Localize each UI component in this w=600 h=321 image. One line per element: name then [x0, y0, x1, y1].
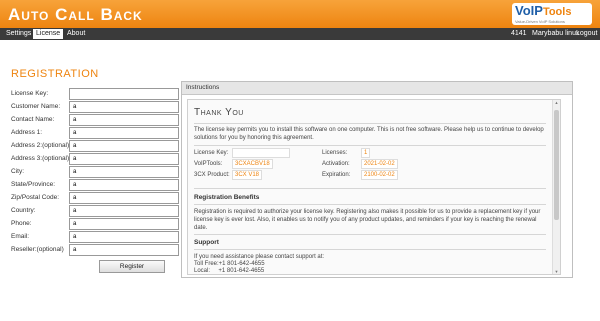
address-1-input[interactable]: a: [69, 127, 179, 139]
instructions-header-label: Instructions: [186, 84, 220, 91]
benefits-text: Registration is required to authorize yo…: [194, 209, 541, 231]
phone-input[interactable]: a: [69, 218, 179, 230]
city-input[interactable]: a: [69, 166, 179, 178]
field-label: License Key:: [11, 90, 49, 97]
field-label: Address 1:: [11, 129, 43, 136]
state-province-input[interactable]: a: [69, 179, 179, 191]
address-3-input[interactable]: a: [69, 153, 179, 165]
divider: [194, 123, 546, 124]
license-key-label: License Key:: [194, 150, 229, 156]
scroll-up-arrow-icon[interactable]: ▲: [553, 100, 560, 105]
nav-item-license[interactable]: License: [33, 29, 64, 39]
form-row-address-1: Address 1: a: [11, 127, 179, 139]
voiptools-value: 3CXACBV18: [232, 159, 273, 169]
top-header-bar: Auto Call Back VoIPTools Value-Driven Vo…: [0, 0, 600, 28]
logo-brand-voip: VoIP: [515, 3, 543, 18]
form-row-zip: Zip/Postal Code: a: [11, 192, 179, 204]
field-label: Address 3:(optional): [11, 155, 70, 162]
form-row-license-key: License Key:: [11, 88, 179, 100]
reseller-input[interactable]: a: [69, 244, 179, 256]
logout-link[interactable]: Logout: [576, 29, 597, 39]
form-row-city: City: a: [11, 166, 179, 178]
form-row-address-2: Address 2:(optional) a: [11, 140, 179, 152]
field-label: Reseller:(optional): [11, 246, 64, 253]
field-label: Contact Name:: [11, 116, 55, 123]
nav-bar: Settings License About 4141 Marybabu lin…: [0, 28, 600, 40]
activation-label: Activation:: [322, 161, 350, 167]
form-row-customer-name: Customer Name: a: [11, 101, 179, 113]
scroll-down-arrow-icon[interactable]: ▼: [553, 269, 560, 274]
form-row-country: Country: a: [11, 205, 179, 217]
divider: [194, 234, 546, 235]
support-title: Support: [194, 239, 219, 246]
benefits-title: Registration Benefits: [194, 194, 260, 201]
address-2-input[interactable]: a: [69, 140, 179, 152]
license-key-input[interactable]: [69, 88, 179, 100]
voiptools-logo: VoIPTools Value-Driven VoIP Solutions: [512, 3, 592, 25]
app-title: Auto Call Back: [8, 5, 143, 24]
scroll-thumb[interactable]: [554, 110, 559, 220]
field-label: Address 2:(optional): [11, 142, 70, 149]
product-value: 3CX V18: [232, 170, 263, 180]
divider: [194, 145, 546, 146]
registration-title: REGISTRATION: [11, 68, 99, 80]
field-label: Country:: [11, 207, 36, 214]
nav-item-settings[interactable]: Settings: [3, 29, 34, 39]
form-row-contact-name: Contact Name: a: [11, 114, 179, 126]
divider: [194, 249, 546, 250]
zip-postal-input[interactable]: a: [69, 192, 179, 204]
license-key-value: [232, 148, 290, 158]
register-button[interactable]: Register: [99, 260, 165, 273]
instructions-scroll-area[interactable]: Thank You The license key permits you to…: [187, 99, 561, 275]
instructions-header: Instructions: [182, 82, 572, 95]
user-name: Marybabu linux: [532, 30, 580, 37]
email-input[interactable]: a: [69, 231, 179, 243]
intro-text: The license key permits you to install t…: [194, 127, 544, 141]
expiration-label: Expiration:: [322, 172, 351, 178]
licenses-label: Licenses:: [322, 150, 348, 156]
logo-brand-tools: Tools: [542, 6, 572, 18]
logo-tagline: Value-Driven VoIP Solutions: [515, 19, 565, 24]
form-row-phone: Phone: a: [11, 218, 179, 230]
divider: [194, 188, 546, 189]
field-label: State/Province:: [11, 181, 56, 188]
voiptools-label: VoIPTools:: [194, 161, 223, 167]
field-label: Email:: [11, 233, 30, 240]
field-label: City:: [11, 168, 24, 175]
instructions-panel: Instructions Thank You The license key p…: [181, 81, 573, 278]
country-input[interactable]: a: [69, 205, 179, 217]
vertical-scrollbar[interactable]: ▲ ▼: [552, 100, 560, 274]
field-label: Customer Name:: [11, 103, 61, 110]
field-label: Zip/Postal Code:: [11, 194, 60, 201]
form-row-state: State/Province: a: [11, 179, 179, 191]
product-label: 3CX Product:: [194, 172, 230, 178]
customer-name-input[interactable]: a: [69, 101, 179, 113]
extension-number: 4141: [511, 30, 527, 37]
activation-value: 2021-02-02: [361, 159, 398, 169]
form-row-address-3: Address 3:(optional) a: [11, 153, 179, 165]
form-row-email: Email: a: [11, 231, 179, 243]
expiration-value: 2100-02-02: [361, 170, 398, 180]
nav-item-about[interactable]: About: [64, 29, 88, 39]
contact-name-input[interactable]: a: [69, 114, 179, 126]
divider: [194, 204, 546, 205]
local-number: Local: +1 801-642-4655: [194, 268, 265, 274]
form-row-reseller: Reseller:(optional) a: [11, 244, 179, 256]
thank-you-title: Thank You: [194, 107, 244, 118]
licenses-value: 1: [361, 148, 371, 158]
field-label: Phone:: [11, 220, 32, 227]
